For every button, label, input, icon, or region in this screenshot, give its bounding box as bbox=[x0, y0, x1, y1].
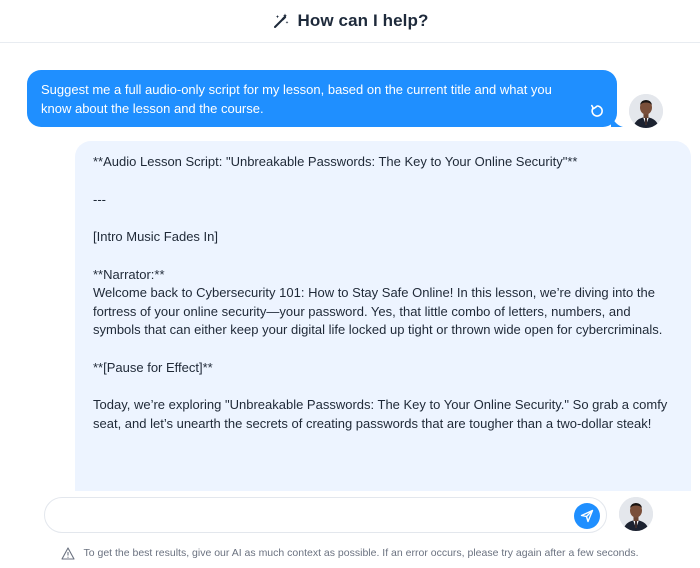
chat-header: How can I help? bbox=[0, 0, 700, 43]
ai-response-paragraph: Welcome back to Cybersecurity 101: How t… bbox=[93, 285, 663, 337]
refresh-icon bbox=[591, 104, 603, 117]
disclaimer: To get the best results, give our AI as … bbox=[0, 544, 700, 562]
ai-response-stage-direction: [Intro Music Fades In] bbox=[93, 229, 218, 244]
user-message-text: Suggest me a full audio-only script for … bbox=[41, 82, 552, 116]
user-avatar bbox=[619, 497, 653, 531]
page-title: How can I help? bbox=[297, 11, 429, 30]
disclaimer-text: To get the best results, give our AI as … bbox=[83, 547, 639, 559]
ai-response-bubble: **Audio Lesson Script: "Unbreakable Pass… bbox=[75, 141, 691, 491]
magic-wand-icon bbox=[272, 12, 290, 30]
warning-icon bbox=[61, 546, 76, 560]
ai-response-divider: --- bbox=[93, 191, 106, 207]
ai-response-paragraph: Today, we’re exploring "Unbreakable Pass… bbox=[93, 397, 668, 431]
bubble-tail bbox=[611, 115, 623, 127]
user-message-bubble: Suggest me a full audio-only script for … bbox=[27, 70, 623, 127]
ai-response-speaker: **Narrator:** bbox=[93, 266, 165, 282]
ai-response-stage-direction: **[Pause for Effect]** bbox=[93, 359, 213, 375]
regenerate-button[interactable] bbox=[589, 103, 605, 119]
user-avatar bbox=[629, 94, 663, 128]
composer-area: To get the best results, give our AI as … bbox=[0, 491, 700, 568]
message-input[interactable] bbox=[59, 506, 569, 526]
chat-thread[interactable]: Suggest me a full audio-only script for … bbox=[0, 44, 700, 491]
message-input-container[interactable] bbox=[44, 497, 607, 533]
ai-response-title: **Audio Lesson Script: "Unbreakable Pass… bbox=[93, 154, 578, 169]
send-icon bbox=[580, 509, 594, 523]
send-button[interactable] bbox=[574, 503, 600, 529]
